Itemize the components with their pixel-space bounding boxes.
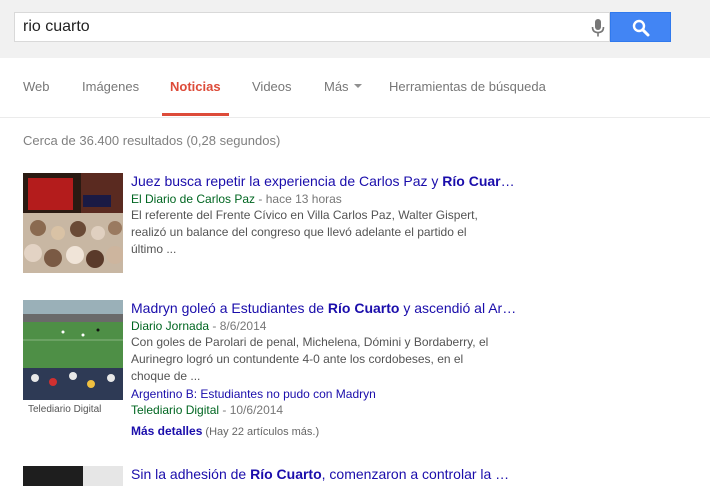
result-snippet: Con goles de Parolari de penal, Michelen… [131, 334, 531, 385]
related-article-source: Telediario Digital [131, 403, 220, 417]
title-ellipsis: … [500, 173, 515, 189]
search-icon [632, 19, 650, 37]
snippet-line: El referente del Frente Cívico en Villa … [131, 208, 478, 222]
chevron-down-icon [353, 83, 362, 88]
title-ellipsis: y ascendió al Ar… [399, 300, 517, 316]
title-highlight: Río Cuar [442, 173, 501, 189]
tab-more-label: Más [324, 79, 349, 94]
more-details-link[interactable]: Más detalles (Hay 22 artículos más.) [131, 423, 531, 440]
snippet-line: choque de ... [131, 369, 201, 383]
search-box[interactable] [14, 12, 610, 42]
more-details-count: (Hay 22 artículos más.) [202, 426, 320, 438]
result-source: Diario Jornada [131, 319, 210, 333]
title-text: Sin la adhesión de [131, 466, 251, 482]
top-bar [0, 0, 710, 58]
result-snippet: El referente del Frente Cívico en Villa … [131, 207, 531, 258]
active-tab-indicator [162, 113, 229, 116]
tab-news[interactable]: Noticias [170, 79, 221, 94]
result-title[interactable]: Madryn goleó a Estudiantes de Río Cuarto… [131, 300, 531, 316]
tab-images[interactable]: Imágenes [82, 79, 139, 94]
tab-search-tools[interactable]: Herramientas de búsqueda [389, 79, 546, 94]
result-source: El Diario de Carlos Paz [131, 192, 256, 206]
result-thumbnail[interactable] [23, 173, 123, 273]
search-tabs: Web Imágenes Noticias Videos Más Herrami… [0, 58, 710, 118]
result-date: - 8/6/2014 [209, 319, 267, 333]
snippet-line: Con goles de Parolari de penal, Michelen… [131, 335, 489, 349]
snippet-line: Aurinegro logró un contundente 4-0 ante … [131, 352, 464, 366]
result-stats: Cerca de 36.400 resultados (0,28 segundo… [23, 133, 281, 148]
related-article-title[interactable]: Argentino B: Estudiantes no pudo con Mad… [131, 386, 531, 402]
related-article-meta: Telediario Digital - 10/6/2014 [131, 402, 531, 418]
title-highlight: Río Cuarto [250, 466, 322, 482]
title-text: Madryn goleó a Estudiantes de [131, 300, 328, 316]
result-date: - hace 13 horas [255, 192, 342, 206]
more-details-label: Más detalles [131, 424, 203, 438]
microphone-icon[interactable] [590, 19, 606, 37]
snippet-line: último ... [131, 242, 177, 256]
title-text: Juez busca repetir la experiencia de Car… [131, 173, 443, 189]
search-button[interactable] [610, 12, 671, 42]
title-ellipsis: , comenzaron a controlar la … [321, 466, 510, 482]
result-title[interactable]: Sin la adhesión de Río Cuarto, comenzaro… [131, 466, 531, 482]
snippet-line: realizó un balance del congreso que llev… [131, 225, 467, 239]
result-thumbnail[interactable] [23, 466, 123, 486]
tab-more[interactable]: Más [324, 79, 362, 94]
related-article-date: - 10/6/2014 [219, 403, 284, 417]
image-caption: Telediario Digital [28, 404, 102, 415]
search-input[interactable] [23, 18, 583, 36]
tab-videos[interactable]: Videos [252, 79, 292, 94]
result-title[interactable]: Juez busca repetir la experiencia de Car… [131, 173, 531, 189]
title-highlight: Río Cuarto [327, 300, 400, 316]
result-thumbnail[interactable] [23, 300, 123, 400]
result-meta: El Diario de Carlos Paz - hace 13 horas [131, 191, 531, 207]
tab-web[interactable]: Web [23, 79, 50, 94]
result-meta: Diario Jornada - 8/6/2014 [131, 318, 531, 334]
